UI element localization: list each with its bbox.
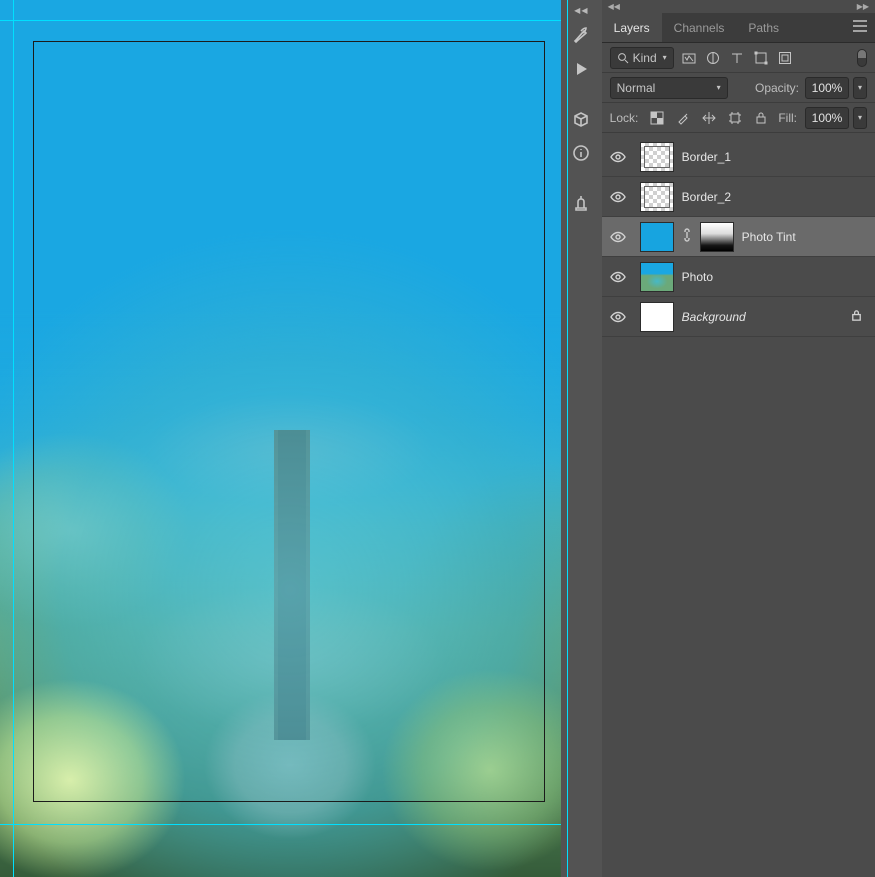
play-icon[interactable] [567,55,595,83]
lock-artboard-icon[interactable] [726,109,744,127]
filter-toggle-switch[interactable] [857,49,867,67]
layer-name[interactable]: Background [682,310,746,324]
visibility-eye-icon[interactable] [608,147,628,167]
panel-menu-icon[interactable] [853,20,867,35]
blend-mode-select[interactable]: Normal ▾ [610,77,728,99]
layer-row[interactable]: Photo [602,257,875,297]
visibility-eye-icon[interactable] [608,307,628,327]
layer-name[interactable]: Photo Tint [742,230,796,244]
layer-row[interactable]: Background [602,297,875,337]
layer-thumbnail[interactable] [640,182,674,212]
kind-select[interactable]: Kind ▾ [610,47,674,69]
visibility-eye-icon[interactable] [608,267,628,287]
document-canvas[interactable] [0,0,561,877]
layer-thumbnail[interactable] [640,222,674,252]
layers-panel: ◀◀ ▶▶ Layers Channels Paths Kind ▾ Normal… [602,0,875,877]
layer-thumbnail[interactable] [640,302,674,332]
tab-paths[interactable]: Paths [736,13,791,42]
filter-adjustment-icon[interactable] [704,49,722,67]
layer-name[interactable]: Border_1 [682,150,731,164]
lock-pixels-icon[interactable] [674,109,692,127]
filter-shape-icon[interactable] [752,49,770,67]
filter-pixel-icon[interactable] [680,49,698,67]
blend-row: Normal ▾ Opacity: 100% ▾ [602,73,875,103]
layer-mask-thumbnail[interactable] [700,222,734,252]
kind-label: Kind [633,51,657,65]
filter-row: Kind ▾ [602,43,875,73]
lock-row: Lock: Fill: 100% ▾ [602,103,875,133]
info-icon[interactable] [567,139,595,167]
panel-tabs: Layers Channels Paths [602,13,875,43]
visibility-eye-icon[interactable] [608,227,628,247]
lock-label: Lock: [610,111,639,125]
dock-strip: ◀◀ [561,0,602,877]
layer-name[interactable]: Photo [682,270,713,284]
canvas-area[interactable] [0,0,561,877]
opacity-input[interactable]: 100% [805,77,849,99]
lock-transparency-icon[interactable] [648,109,666,127]
layer-row[interactable]: Border_2 [602,177,875,217]
layer-name[interactable]: Border_2 [682,190,731,204]
fill-input[interactable]: 100% [805,107,849,129]
panel-top-arrows: ◀◀ ▶▶ [602,0,875,13]
lock-icon [850,309,863,325]
collapse-left-icon[interactable]: ◀◀ [608,2,620,11]
tab-channels[interactable]: Channels [662,13,737,42]
lock-position-icon[interactable] [700,109,718,127]
chevron-down-icon: ▾ [663,53,667,62]
mask-link-icon[interactable] [682,228,692,245]
filter-type-icon[interactable] [728,49,746,67]
history-brush-icon[interactable] [567,21,595,49]
filter-smart-icon[interactable] [776,49,794,67]
fill-stepper[interactable]: ▾ [853,107,867,129]
tab-layers[interactable]: Layers [602,13,662,42]
clone-stamp-icon[interactable] [567,189,595,217]
fill-label: Fill: [778,111,797,125]
layer-row[interactable]: Border_1 [602,137,875,177]
lock-all-icon[interactable] [752,109,770,127]
visibility-eye-icon[interactable] [608,187,628,207]
layer-row[interactable]: Photo Tint [602,217,875,257]
3d-icon[interactable] [567,105,595,133]
layers-list: Border_1 Border_2 Photo Tint Photo Backgroun… [602,133,875,877]
opacity-stepper[interactable]: ▾ [853,77,867,99]
opacity-label: Opacity: [755,81,799,95]
layer-thumbnail[interactable] [640,142,674,172]
collapse-right-icon[interactable]: ▶▶ [857,2,869,11]
blend-mode-value: Normal [617,81,656,95]
chevron-down-icon: ▾ [717,83,721,92]
collapse-arrows-icon[interactable]: ◀◀ [574,6,588,15]
layer-thumbnail[interactable] [640,262,674,292]
